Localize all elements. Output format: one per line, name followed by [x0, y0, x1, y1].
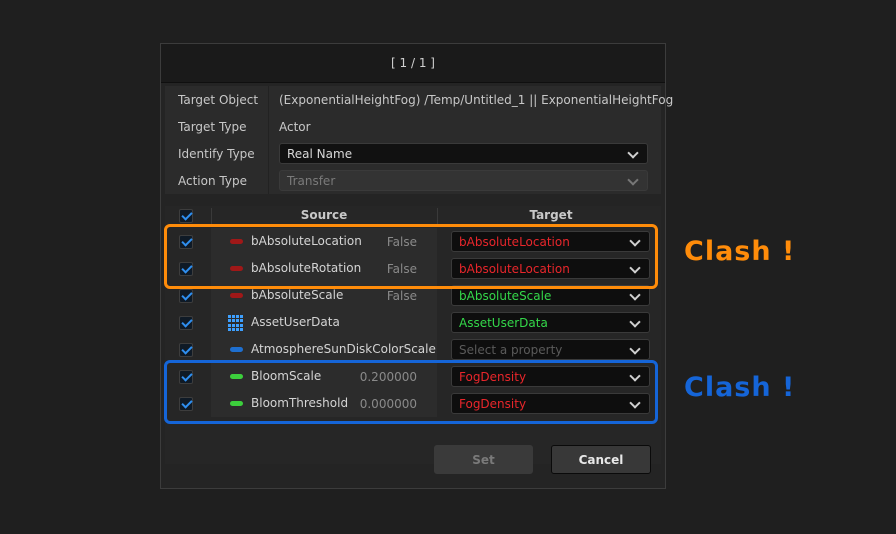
property-name: AssetUserData — [251, 315, 340, 329]
chevron-down-icon — [627, 174, 639, 186]
identify-type-label: Identify Type — [178, 146, 255, 161]
info-row-target-type: Target Type Actor — [165, 113, 661, 140]
action-type-dropdown[interactable]: Transfer — [279, 170, 648, 191]
target-property-placeholder: Select a property — [459, 342, 563, 357]
clash-highlight-blue — [164, 360, 658, 424]
action-type-value: Transfer — [287, 173, 336, 188]
source-cell: AtmosphereSunDiskColorScale — [211, 336, 437, 363]
row-checkbox[interactable] — [179, 343, 193, 357]
row-checkbox[interactable] — [179, 289, 193, 303]
target-property-dropdown[interactable]: AssetUserData — [451, 312, 650, 333]
dialog-title: [ 1 / 1 ] — [391, 56, 435, 70]
chevron-down-icon — [629, 289, 641, 301]
identify-type-value: Real Name — [287, 146, 353, 161]
target-property-value: bAbsoluteScale — [459, 288, 552, 303]
table-row: AssetUserData AssetUserData — [165, 309, 661, 336]
property-value: False — [386, 289, 417, 303]
target-type-label: Target Type — [178, 119, 247, 134]
clash-label-blue: Clash ! — [684, 372, 796, 403]
cancel-button[interactable]: Cancel — [551, 445, 651, 474]
chevron-down-icon — [627, 147, 639, 159]
info-row-target-object: Target Object (ExponentialHeightFog) /Te… — [165, 86, 673, 113]
target-column-header: Target — [529, 208, 573, 222]
target-cell: Select a property — [437, 336, 665, 363]
info-panel: Target Object (ExponentialHeightFog) /Te… — [165, 86, 673, 194]
table-row: AtmosphereSunDiskColorScale Select a pro… — [165, 336, 661, 363]
target-type-value: Actor — [279, 119, 311, 134]
source-cell: AssetUserData — [211, 309, 437, 336]
select-all-checkbox[interactable] — [179, 209, 193, 223]
table-header: Source Target — [165, 206, 661, 226]
property-name: AtmosphereSunDiskColorScale — [251, 342, 436, 356]
target-object-label: Target Object — [178, 92, 258, 107]
property-type-icon — [230, 347, 243, 352]
target-property-value: AssetUserData — [459, 315, 548, 330]
dialog-header: [ 1 / 1 ] — [161, 44, 665, 83]
target-property-dropdown[interactable]: Select a property — [451, 339, 650, 360]
clash-label-orange: Clash ! — [684, 236, 796, 267]
property-name: bAbsoluteScale — [251, 288, 344, 302]
target-object-value: (ExponentialHeightFog) /Temp/Untitled_1 … — [279, 92, 674, 107]
clash-highlight-orange — [164, 224, 658, 289]
info-row-identify-type: Identify Type Real Name — [165, 140, 661, 167]
source-column-header: Source — [300, 208, 348, 222]
chevron-down-icon — [629, 343, 641, 355]
target-cell: AssetUserData — [437, 309, 665, 336]
info-row-action-type: Action Type Transfer — [165, 167, 661, 194]
set-button[interactable]: Set — [434, 445, 533, 474]
grid-icon — [228, 315, 244, 331]
property-type-icon — [230, 293, 243, 298]
row-checkbox[interactable] — [179, 316, 193, 330]
identify-type-dropdown[interactable]: Real Name — [279, 143, 648, 164]
action-type-label: Action Type — [178, 173, 247, 188]
chevron-down-icon — [629, 316, 641, 328]
